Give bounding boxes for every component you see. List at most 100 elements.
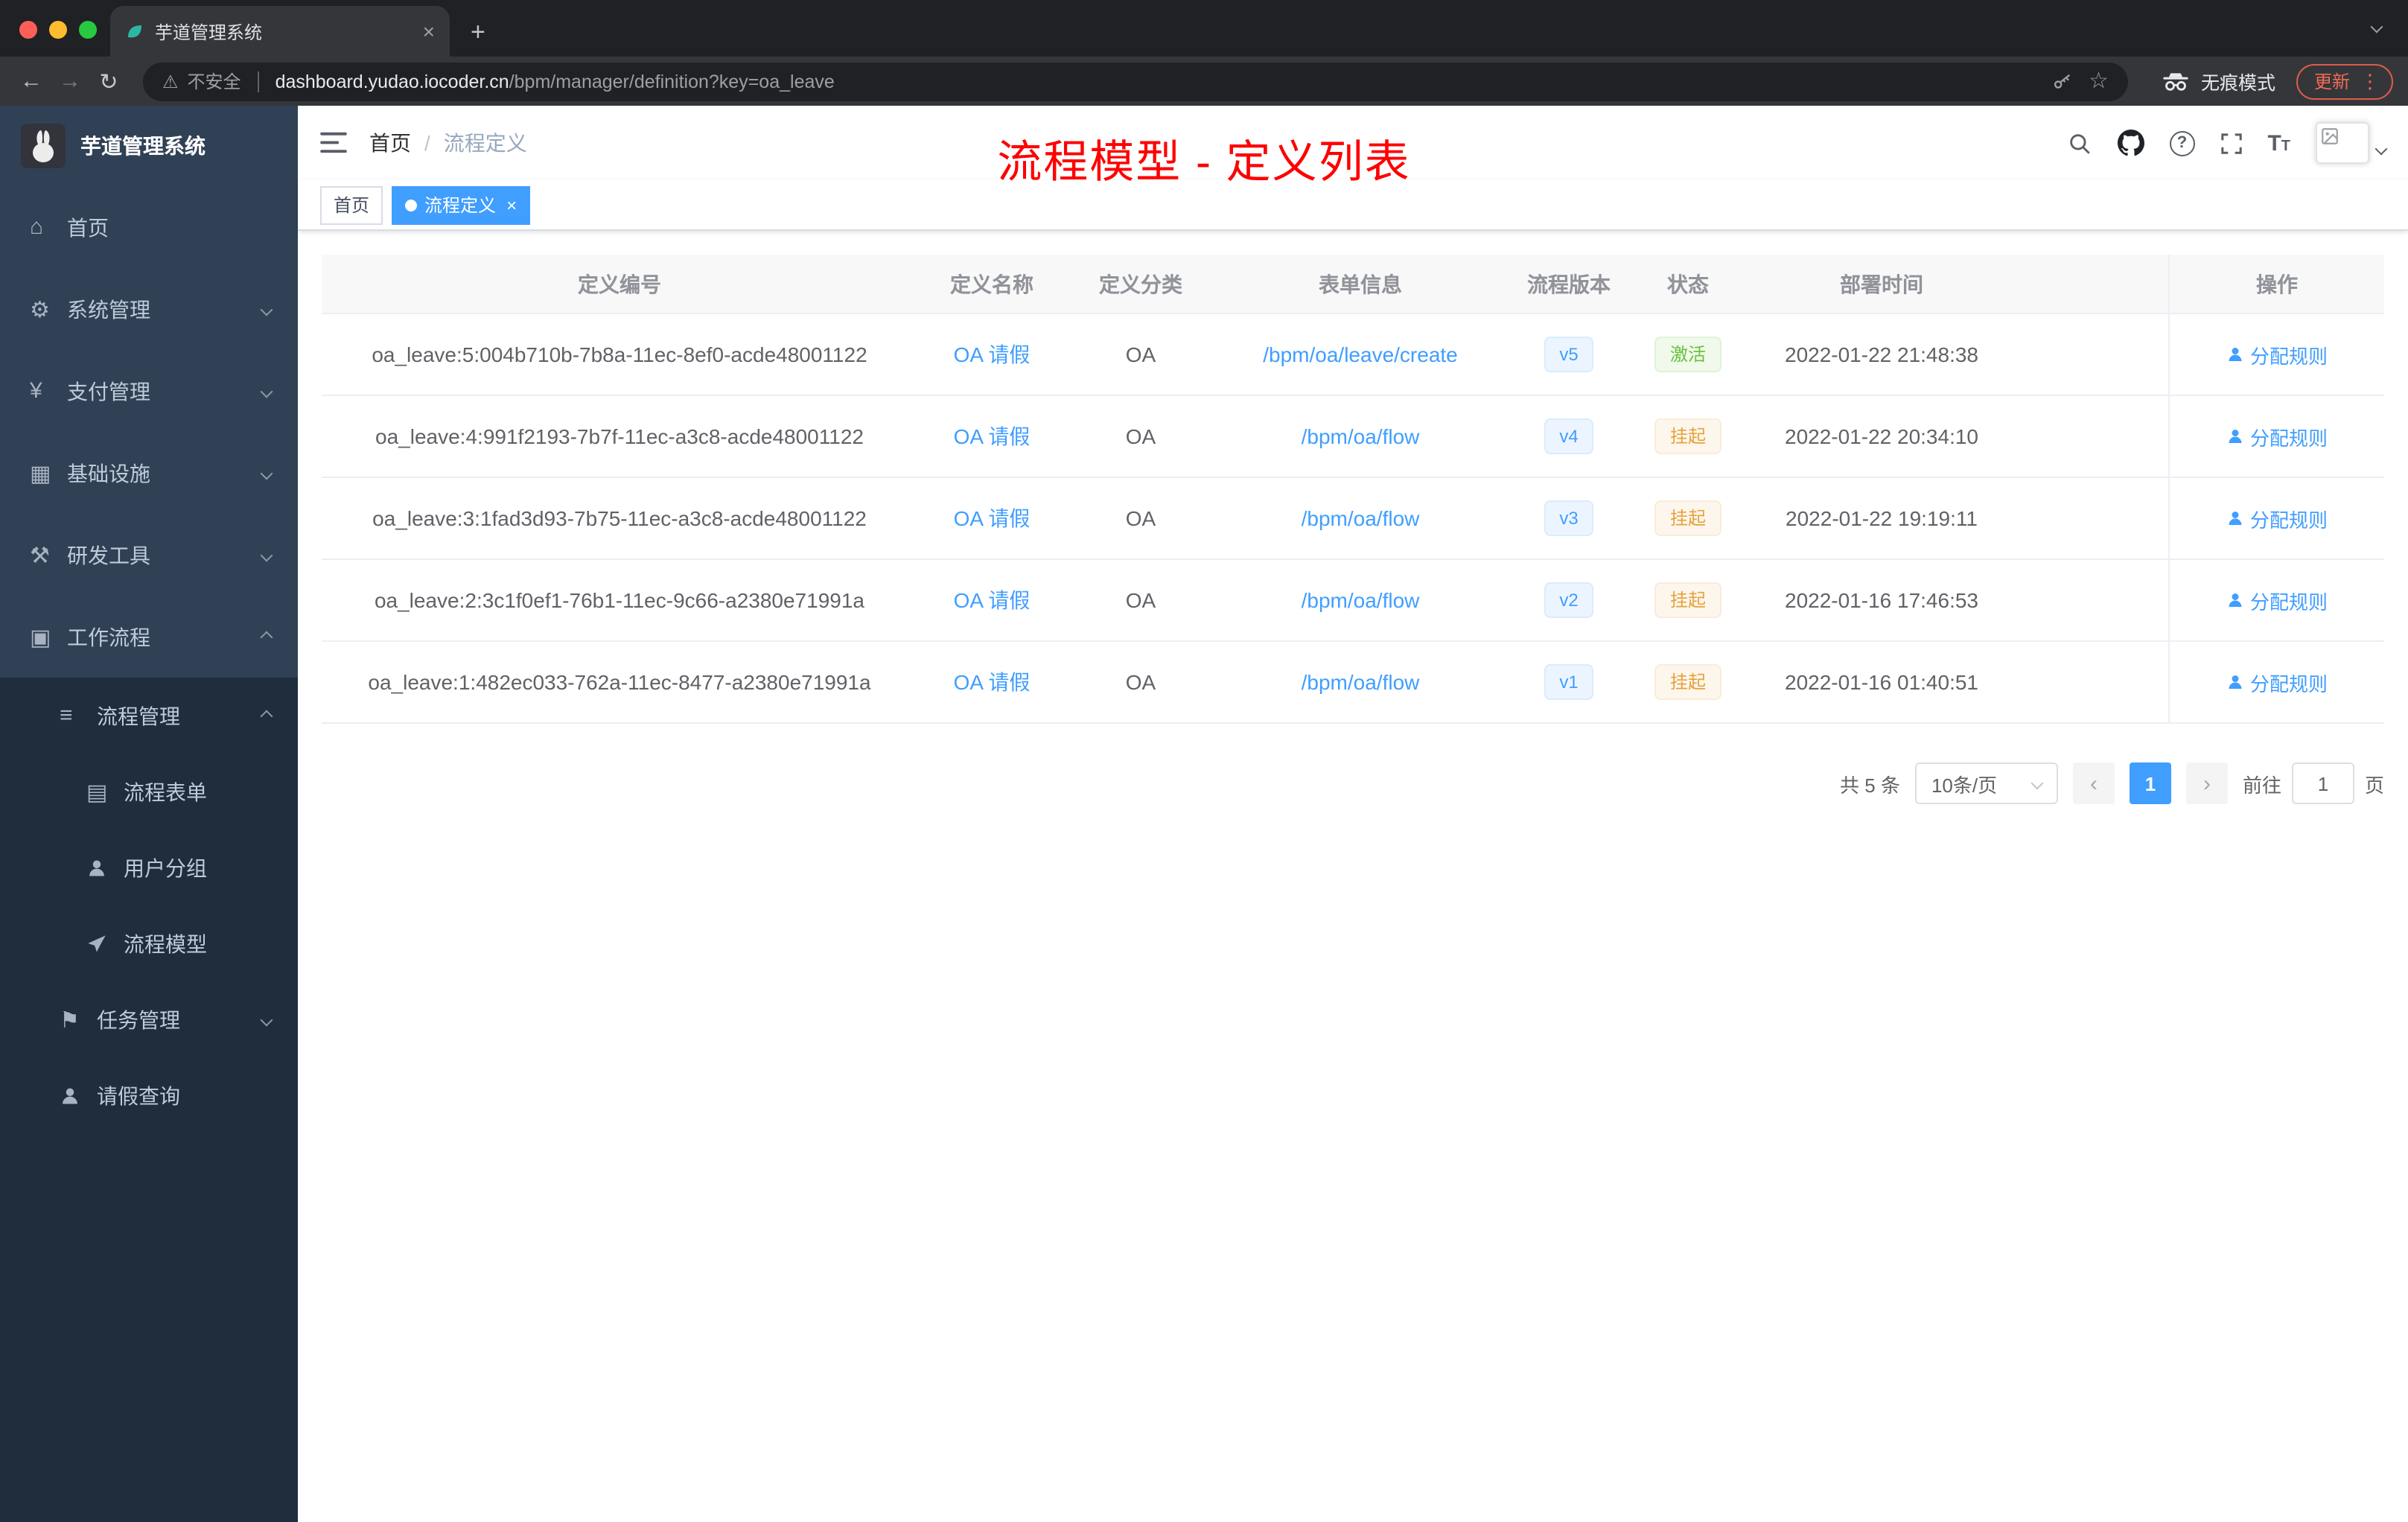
browser-tab[interactable]: 芋道管理系统 × [110, 6, 450, 57]
version-tag: v3 [1544, 500, 1593, 536]
bookmark-star-icon[interactable]: ☆ [2089, 70, 2109, 92]
sidebar-item-process-form[interactable]: ▤ 流程表单 [0, 754, 298, 830]
assign-rule-button[interactable]: 分配规则 [2226, 504, 2328, 532]
update-label: 更新 [2313, 71, 2350, 92]
status-tag: 挂起 [1654, 582, 1721, 618]
deploy-time: 2022-01-22 21:48:38 [1785, 343, 1978, 366]
screen: 芋道管理系统 × + ← → ↻ ⚠ 不安全 dashboard.yudao.i… [0, 0, 2408, 1522]
workflow-submenu: ≡ 流程管理 ▤ 流程表单 用户分组 流程模型 ⚑ 任务管理 请假查询 [0, 678, 298, 1522]
security-label[interactable]: 不安全 [188, 69, 241, 94]
page-size-select[interactable]: 10条/页 [1914, 762, 2058, 804]
definition-name-link[interactable]: OA 请假 [954, 503, 1031, 533]
browser-tab-strip: 芋道管理系统 × + [0, 0, 2408, 57]
app-window: 芋道管理系统 ⌂ 首页 ⚙ 系统管理 ¥ 支付管理 ▦ 基础设施 ⚒ 研发工具 … [0, 106, 2408, 1522]
search-icon[interactable] [2066, 130, 2092, 156]
window-controls [19, 21, 97, 39]
fullscreen-icon[interactable] [2220, 132, 2242, 154]
sidebar-item-user-group[interactable]: 用户分组 [0, 830, 298, 905]
users-icon [86, 857, 124, 878]
column-header: 流程版本 [1506, 255, 1632, 313]
sidebar-item-process-model[interactable]: 流程模型 [0, 905, 298, 981]
github-icon[interactable] [2117, 130, 2144, 156]
goto-page-input[interactable] [2291, 762, 2354, 804]
column-header: 部署时间 [1744, 255, 2019, 313]
url-path: /bpm/manager/definition?key=oa_leave [509, 71, 835, 92]
sidebar-item-workflow[interactable]: ▣ 工作流程 [0, 596, 298, 678]
page-unit-label: 页 [2364, 774, 2384, 796]
url-domain: dashboard.yudao.iocoder.cn [275, 71, 509, 92]
version-tag: v4 [1544, 418, 1593, 454]
new-tab-button[interactable]: + [471, 19, 485, 45]
version-tag: v1 [1544, 664, 1593, 700]
gear-icon: ⚙ [30, 297, 50, 322]
reload-button[interactable]: ↻ [92, 65, 125, 98]
sidebar-item-infrastructure[interactable]: ▦ 基础设施 [0, 432, 298, 514]
sidebar: 芋道管理系统 ⌂ 首页 ⚙ 系统管理 ¥ 支付管理 ▦ 基础设施 ⚒ 研发工具 … [0, 106, 298, 1522]
column-header: 定义编号 [322, 255, 917, 313]
sidebar-item-task-management[interactable]: ⚑ 任务管理 [0, 981, 298, 1057]
app-title: 芋道管理系统 [80, 134, 206, 158]
total-count: 共 5 条 [1840, 774, 1900, 796]
address-bar[interactable]: ⚠ 不安全 dashboard.yudao.iocoder.cn/bpm/man… [143, 62, 2128, 101]
table-row: oa_leave:5:004b710b-7b8a-11ec-8ef0-acde4… [322, 314, 2384, 396]
sidebar-item-home[interactable]: ⌂ 首页 [0, 186, 298, 268]
window-minimize-button[interactable] [49, 21, 67, 39]
sidebar-item-leave-query[interactable]: 请假查询 [0, 1057, 298, 1133]
assign-rule-button[interactable]: 分配规则 [2226, 668, 2328, 696]
form-link[interactable]: /bpm/oa/flow [1302, 424, 1420, 448]
column-header: 定义分类 [1066, 255, 1215, 313]
column-header: 操作 [2168, 255, 2384, 313]
font-size-icon[interactable]: TT [2267, 132, 2290, 154]
sidebar-item-process-management[interactable]: ≡ 流程管理 [0, 678, 298, 754]
logo-avatar-image [21, 124, 66, 168]
chevron-down-icon [260, 548, 273, 561]
chevron-down-icon [2030, 777, 2044, 790]
page-number-button[interactable]: 1 [2129, 762, 2171, 804]
tab-close-icon[interactable]: × [423, 21, 435, 42]
deploy-time: 2022-01-16 01:40:51 [1785, 670, 1978, 694]
status-tag: 挂起 [1654, 664, 1721, 700]
page-url: dashboard.yudao.iocoder.cn/bpm/manager/d… [275, 71, 2042, 92]
user-icon [60, 1085, 97, 1106]
breadcrumb-home[interactable]: 首页 [369, 128, 411, 158]
tools-icon: ⚒ [30, 543, 50, 568]
tag-process-definition[interactable]: 流程定义 × [392, 185, 531, 224]
form-link[interactable]: /bpm/oa/flow [1302, 588, 1420, 612]
tag-close-icon[interactable]: × [506, 196, 517, 214]
browser-update-menu-button[interactable]: 更新 ⋮ [2296, 63, 2393, 99]
definition-name-link[interactable]: OA 请假 [954, 340, 1031, 369]
table-row: oa_leave:2:3c1f0ef1-76b1-11ec-9c66-a2380… [322, 560, 2384, 642]
yen-icon: ¥ [30, 378, 42, 404]
assign-rule-button[interactable]: 分配规则 [2226, 422, 2328, 450]
user-avatar[interactable] [2316, 122, 2388, 164]
tab-search-chevron-icon[interactable] [2370, 20, 2383, 34]
sidebar-item-system-management[interactable]: ⚙ 系统管理 [0, 268, 298, 350]
assign-rule-button[interactable]: 分配规则 [2226, 586, 2328, 614]
goto-label: 前往 [2242, 774, 2281, 796]
hamburger-icon[interactable] [320, 131, 347, 155]
form-link[interactable]: /bpm/oa/leave/create [1263, 343, 1458, 366]
definition-name-link[interactable]: OA 请假 [954, 667, 1031, 697]
window-zoom-button[interactable] [79, 21, 97, 39]
back-button[interactable]: ← [15, 65, 48, 98]
pagination: 共 5 条 10条/页 ‹ 1 › 前往 页 [322, 762, 2384, 804]
prev-page-button[interactable]: ‹ [2072, 762, 2115, 804]
definition-name-link[interactable]: OA 请假 [954, 585, 1031, 615]
definition-name-link[interactable]: OA 请假 [954, 421, 1031, 451]
avatar-image [2316, 122, 2369, 164]
sidebar-item-payment-management[interactable]: ¥ 支付管理 [0, 350, 298, 432]
password-key-icon[interactable] [2051, 71, 2072, 92]
assign-rule-button[interactable]: 分配规则 [2226, 340, 2328, 369]
incognito-icon [2163, 72, 2188, 90]
window-close-button[interactable] [19, 21, 37, 39]
tag-home[interactable]: 首页 [320, 185, 383, 224]
sidebar-item-dev-tools[interactable]: ⚒ 研发工具 [0, 514, 298, 596]
help-icon[interactable]: ? [2169, 130, 2195, 156]
user-icon [2229, 593, 2242, 607]
forward-button[interactable]: → [54, 65, 86, 98]
form-link[interactable]: /bpm/oa/flow [1302, 670, 1420, 694]
next-page-button[interactable]: › [2185, 762, 2228, 804]
app-logo[interactable]: 芋道管理系统 [0, 106, 298, 186]
form-link[interactable]: /bpm/oa/flow [1302, 506, 1420, 530]
chevron-up-icon [260, 709, 273, 722]
